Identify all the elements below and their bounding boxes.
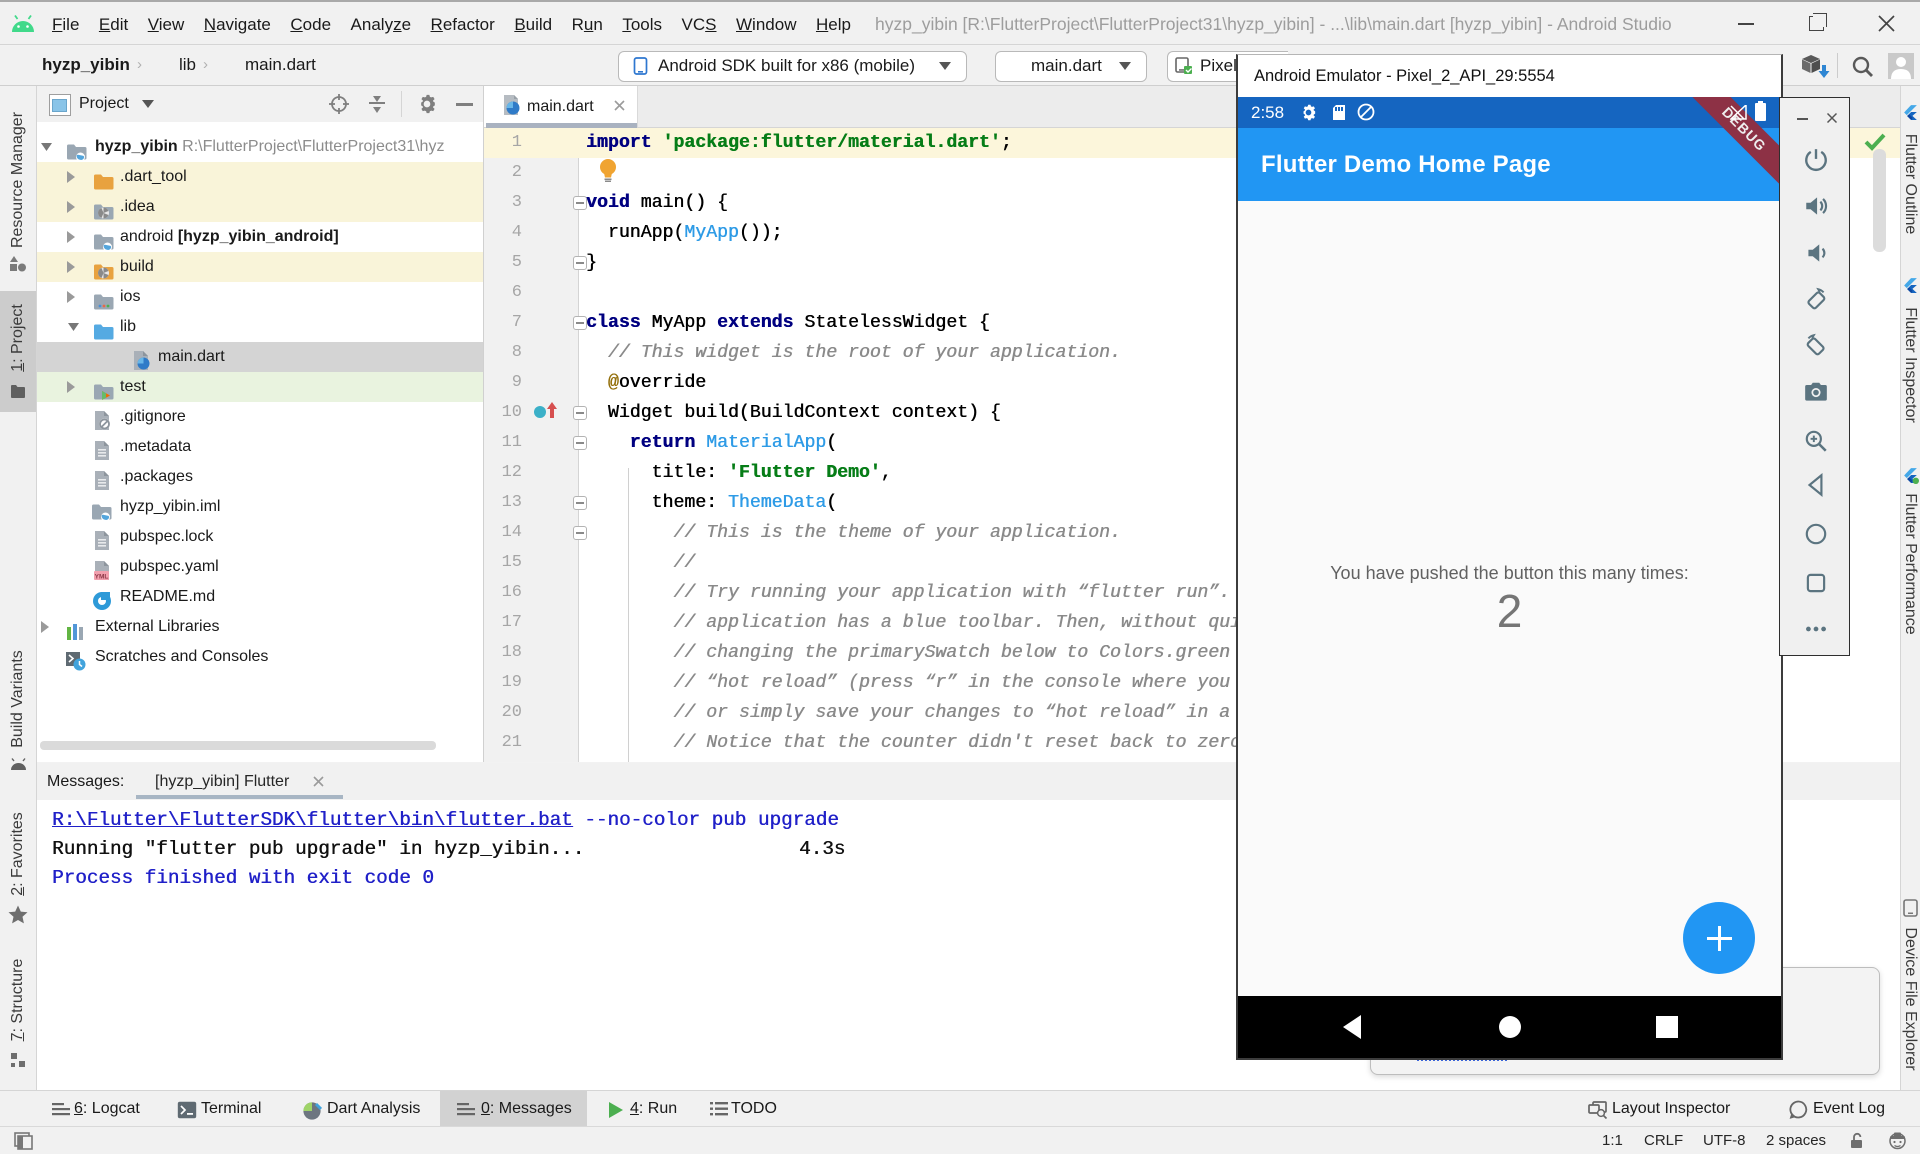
svg-text:YML: YML — [95, 573, 109, 580]
